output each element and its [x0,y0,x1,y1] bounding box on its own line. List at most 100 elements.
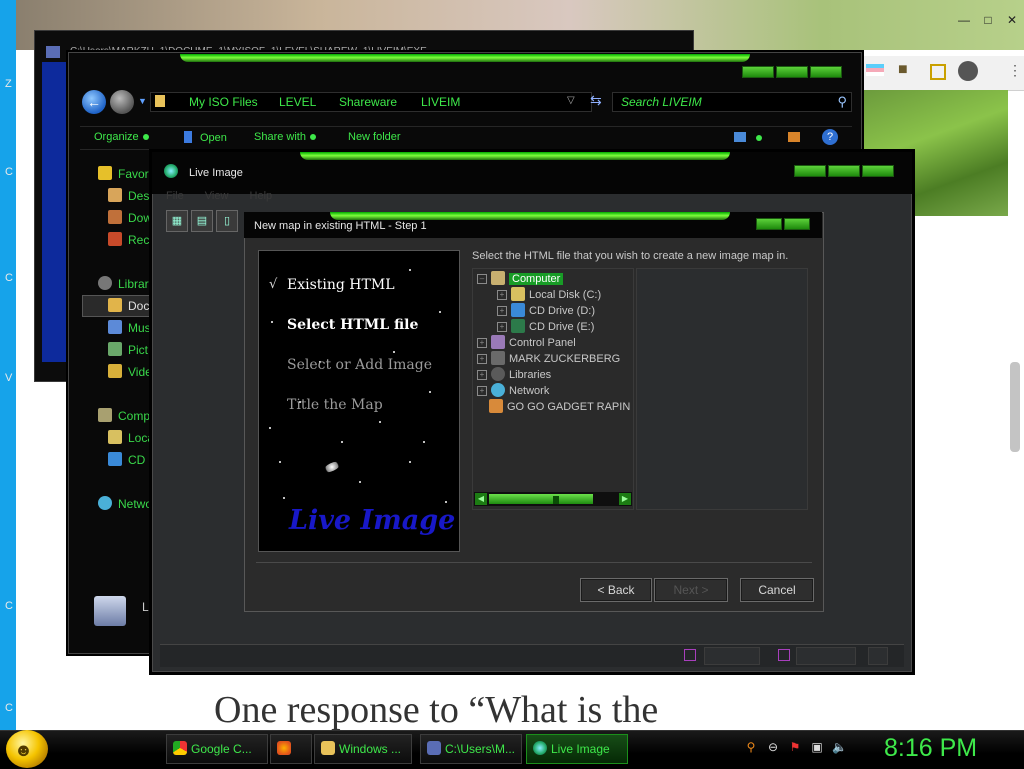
tree-item-network[interactable]: + Network [477,383,549,399]
tree-item-computer[interactable]: – Computer [477,271,564,287]
maximize-icon[interactable]: □ [980,12,996,28]
forward-arrow-icon[interactable] [110,90,134,114]
nav-documents[interactable]: Doc [108,298,149,316]
new-map-icon[interactable]: ▦ [166,210,188,232]
tree-item-user[interactable]: + MARK ZUCKERBERG [477,351,620,367]
task-live-image[interactable]: Live Image [526,734,628,764]
menu-file[interactable]: File [166,190,184,202]
expand-icon[interactable]: + [497,322,507,333]
minimize-button[interactable] [742,66,774,78]
tree-item-libraries[interactable]: + Libraries [477,367,551,383]
volume-icon[interactable]: 🔈 [832,740,847,754]
tree-item-folder[interactable]: GO GO GADGET RAPIN [489,399,630,415]
expand-icon[interactable]: + [477,354,487,365]
folder-tree[interactable]: – Computer + Local Disk (C:) + CD Drive (D:… [472,268,634,510]
scroll-right-icon[interactable]: ▶ [619,493,631,505]
task-command-prompt[interactable]: C:\Users\M... [420,734,522,764]
nav-cd-drive[interactable]: CD [108,452,145,470]
address-field[interactable]: My ISO Files LEVEL Shareware LIVEIM ▽ [150,92,592,112]
tree-item-cd-drive-e[interactable]: + CD Drive (E:) [497,319,594,335]
close-button[interactable] [784,218,810,230]
puzzle-icon[interactable]: ■ [898,61,908,79]
clock[interactable]: 8:16 PM [884,734,977,763]
nav-libraries[interactable]: Librar [98,276,149,294]
expand-icon[interactable]: + [477,370,487,381]
next-button[interactable]: Next > [654,578,728,602]
file-list-pane[interactable] [636,268,808,510]
menu-view[interactable]: View [205,190,229,202]
nav-label: CD [128,453,146,467]
more-menu-icon[interactable]: ⋮ [1008,62,1022,79]
nav-recent[interactable]: Rec [108,232,149,250]
view-dropdown-icon[interactable] [756,135,762,141]
expand-icon[interactable]: + [477,386,487,397]
open-button[interactable]: Open [184,131,227,144]
scroll-track[interactable] [489,494,593,504]
expand-icon[interactable]: + [497,290,507,301]
back-button[interactable]: < Back [580,578,652,602]
start-button-smiley-icon[interactable]: ☻ [6,730,48,768]
open-folder-icon[interactable]: ▯ [216,210,238,232]
tree-item-control-panel[interactable]: + Control Panel [477,335,576,351]
window-title: Live Image [189,167,243,179]
task-firefox[interactable] [270,734,312,764]
menu-help[interactable]: Help [250,190,273,202]
maximize-button[interactable] [828,165,860,177]
close-icon[interactable]: ✕ [1004,12,1020,28]
refresh-icon[interactable]: ⇆ [590,92,602,109]
back-arrow-icon[interactable]: ← [82,90,106,114]
folder-icon [155,95,165,107]
action-center-flag-icon[interactable]: ⚑ [788,740,802,754]
close-button[interactable] [862,165,894,177]
nav-desktop[interactable]: Des [108,188,149,206]
nav-downloads[interactable]: Dow [108,210,152,228]
nav-music[interactable]: Musi [108,320,153,338]
flag-extension-icon[interactable] [866,64,884,76]
new-folder-button[interactable]: New folder [348,131,401,143]
search-icon[interactable]: ⚲ [744,740,758,754]
nav-network[interactable]: Netwo [98,496,152,514]
new-html-icon[interactable]: ▤ [191,210,213,232]
view-options-icon[interactable] [734,132,746,142]
network-icon[interactable]: ▣ [810,740,824,754]
search-input[interactable]: Search LIVEIM ⚲ [612,92,852,112]
organize-button[interactable]: Organize [94,131,149,143]
scroll-left-icon[interactable]: ◀ [475,493,487,505]
nav-local-disk[interactable]: Loca [108,430,154,448]
cancel-button[interactable]: Cancel [740,578,814,602]
nav-videos[interactable]: Vide [108,364,152,382]
nav-pictures[interactable]: Pict [108,342,148,360]
music-icon [108,320,122,334]
preview-pane-icon[interactable] [788,132,800,142]
breadcrumb-my-iso-files[interactable]: My ISO Files [189,95,258,109]
tree-item-local-disk[interactable]: + Local Disk (C:) [497,287,601,303]
reading-list-icon[interactable] [930,64,946,80]
minimize-icon[interactable]: — [956,12,972,28]
help-icon[interactable]: ? [822,129,838,145]
minimize-button[interactable] [794,165,826,177]
tree-item-cd-drive-d[interactable]: + CD Drive (D:) [497,303,595,319]
star-icon [98,166,112,180]
close-button[interactable] [810,66,842,78]
profile-avatar-icon[interactable] [958,61,978,81]
scroll-thumb[interactable] [553,496,559,504]
minus-circle-icon[interactable]: ⊖ [766,740,780,754]
share-with-button[interactable]: Share with [254,131,316,143]
address-dropdown-icon[interactable]: ▽ [567,95,575,106]
nav-computer[interactable]: Comp [98,408,150,426]
expand-icon[interactable]: + [497,306,507,317]
minimize-button[interactable] [756,218,782,230]
breadcrumb-shareware[interactable]: Shareware [339,95,397,109]
search-icon[interactable]: ⚲ [837,94,847,110]
tree-horizontal-scrollbar[interactable]: ◀ ▶ [474,492,632,506]
nav-favorites[interactable]: Favori [98,166,151,184]
maximize-button[interactable] [776,66,808,78]
breadcrumb-level[interactable]: LEVEL [279,95,316,109]
browser-scrollbar-thumb[interactable] [1010,362,1020,452]
breadcrumb-liveim[interactable]: LIVEIM [421,95,460,109]
task-google-chrome[interactable]: Google C... [166,734,268,764]
collapse-icon[interactable]: – [477,274,487,285]
history-dropdown-icon[interactable]: ▼ [138,96,147,106]
expand-icon[interactable]: + [477,338,487,349]
task-windows-explorer[interactable]: Windows ... [314,734,412,764]
